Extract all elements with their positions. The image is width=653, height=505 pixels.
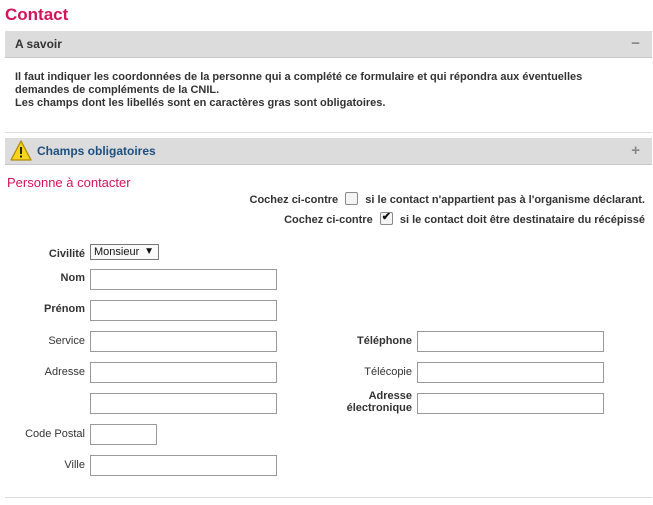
champs-obligatoires-header[interactable]: Champs obligatoires + — [5, 138, 652, 165]
page-title: Contact — [5, 5, 69, 24]
telecopie-label: Télécopie — [364, 366, 412, 378]
checkbox-label: si le contact doit être destinataire du … — [399, 214, 645, 226]
telephone-label: Téléphone — [356, 335, 412, 347]
email-label: Adresse électronique — [347, 390, 412, 414]
checkbox-prefix: Cochez ci-contre — [249, 194, 339, 206]
dropdown-arrow-icon: ▼ — [144, 246, 154, 257]
adresse-input-1[interactable] — [90, 362, 277, 383]
service-input[interactable] — [90, 331, 277, 352]
checkbox-label: si le contact n'appartient pas à l'organ… — [365, 194, 645, 206]
prenom-label: Prénom — [44, 303, 85, 315]
nom-label: Nom — [60, 272, 85, 284]
receipt-recipient-row: Cochez ci-contre si le contact doit être… — [284, 210, 645, 226]
telephone-input[interactable] — [417, 331, 604, 352]
info-line: Il faut indiquer les coordonnées de la p… — [15, 71, 583, 83]
civilite-value: Monsieur — [94, 246, 140, 258]
not-in-organisation-checkbox[interactable] — [345, 192, 359, 205]
code-postal-input[interactable] — [90, 424, 157, 445]
a-savoir-text: Il faut indiquer les coordonnées de la p… — [15, 71, 615, 110]
email-input[interactable] — [417, 393, 604, 414]
nom-input[interactable] — [90, 269, 277, 290]
warning-icon — [10, 140, 32, 161]
champs-obligatoires-title: Champs obligatoires — [37, 144, 156, 158]
civilite-select[interactable]: Monsieur ▼ — [90, 244, 159, 260]
divider — [5, 497, 652, 498]
email-label-line: électronique — [346, 402, 412, 414]
collapse-icon[interactable]: − — [631, 35, 640, 52]
ville-label: Ville — [64, 459, 85, 471]
a-savoir-title: A savoir — [15, 37, 62, 51]
info-line: Les champs dont les libellés sont en car… — [15, 97, 386, 109]
receipt-recipient-checkbox[interactable] — [379, 210, 393, 225]
code-postal-label: Code Postal — [25, 428, 85, 440]
checkbox-prefix: Cochez ci-contre — [284, 214, 373, 226]
expand-icon[interactable]: + — [631, 142, 640, 159]
prenom-input[interactable] — [90, 300, 277, 321]
ville-input[interactable] — [90, 455, 277, 476]
adresse-label: Adresse — [44, 366, 85, 378]
section-title: Personne à contacter — [7, 175, 131, 190]
info-line: demandes de compléments de la CNIL. — [15, 84, 220, 96]
not-in-organisation-row: Cochez ci-contre si le contact n'apparti… — [250, 192, 645, 206]
adresse-input-2[interactable] — [90, 393, 277, 414]
telecopie-input[interactable] — [417, 362, 604, 383]
a-savoir-header[interactable]: A savoir − — [5, 31, 652, 58]
civilite-label: Civilité — [48, 248, 85, 260]
service-label: Service — [48, 335, 85, 347]
email-label-line: Adresse — [368, 390, 412, 402]
divider — [5, 132, 652, 133]
